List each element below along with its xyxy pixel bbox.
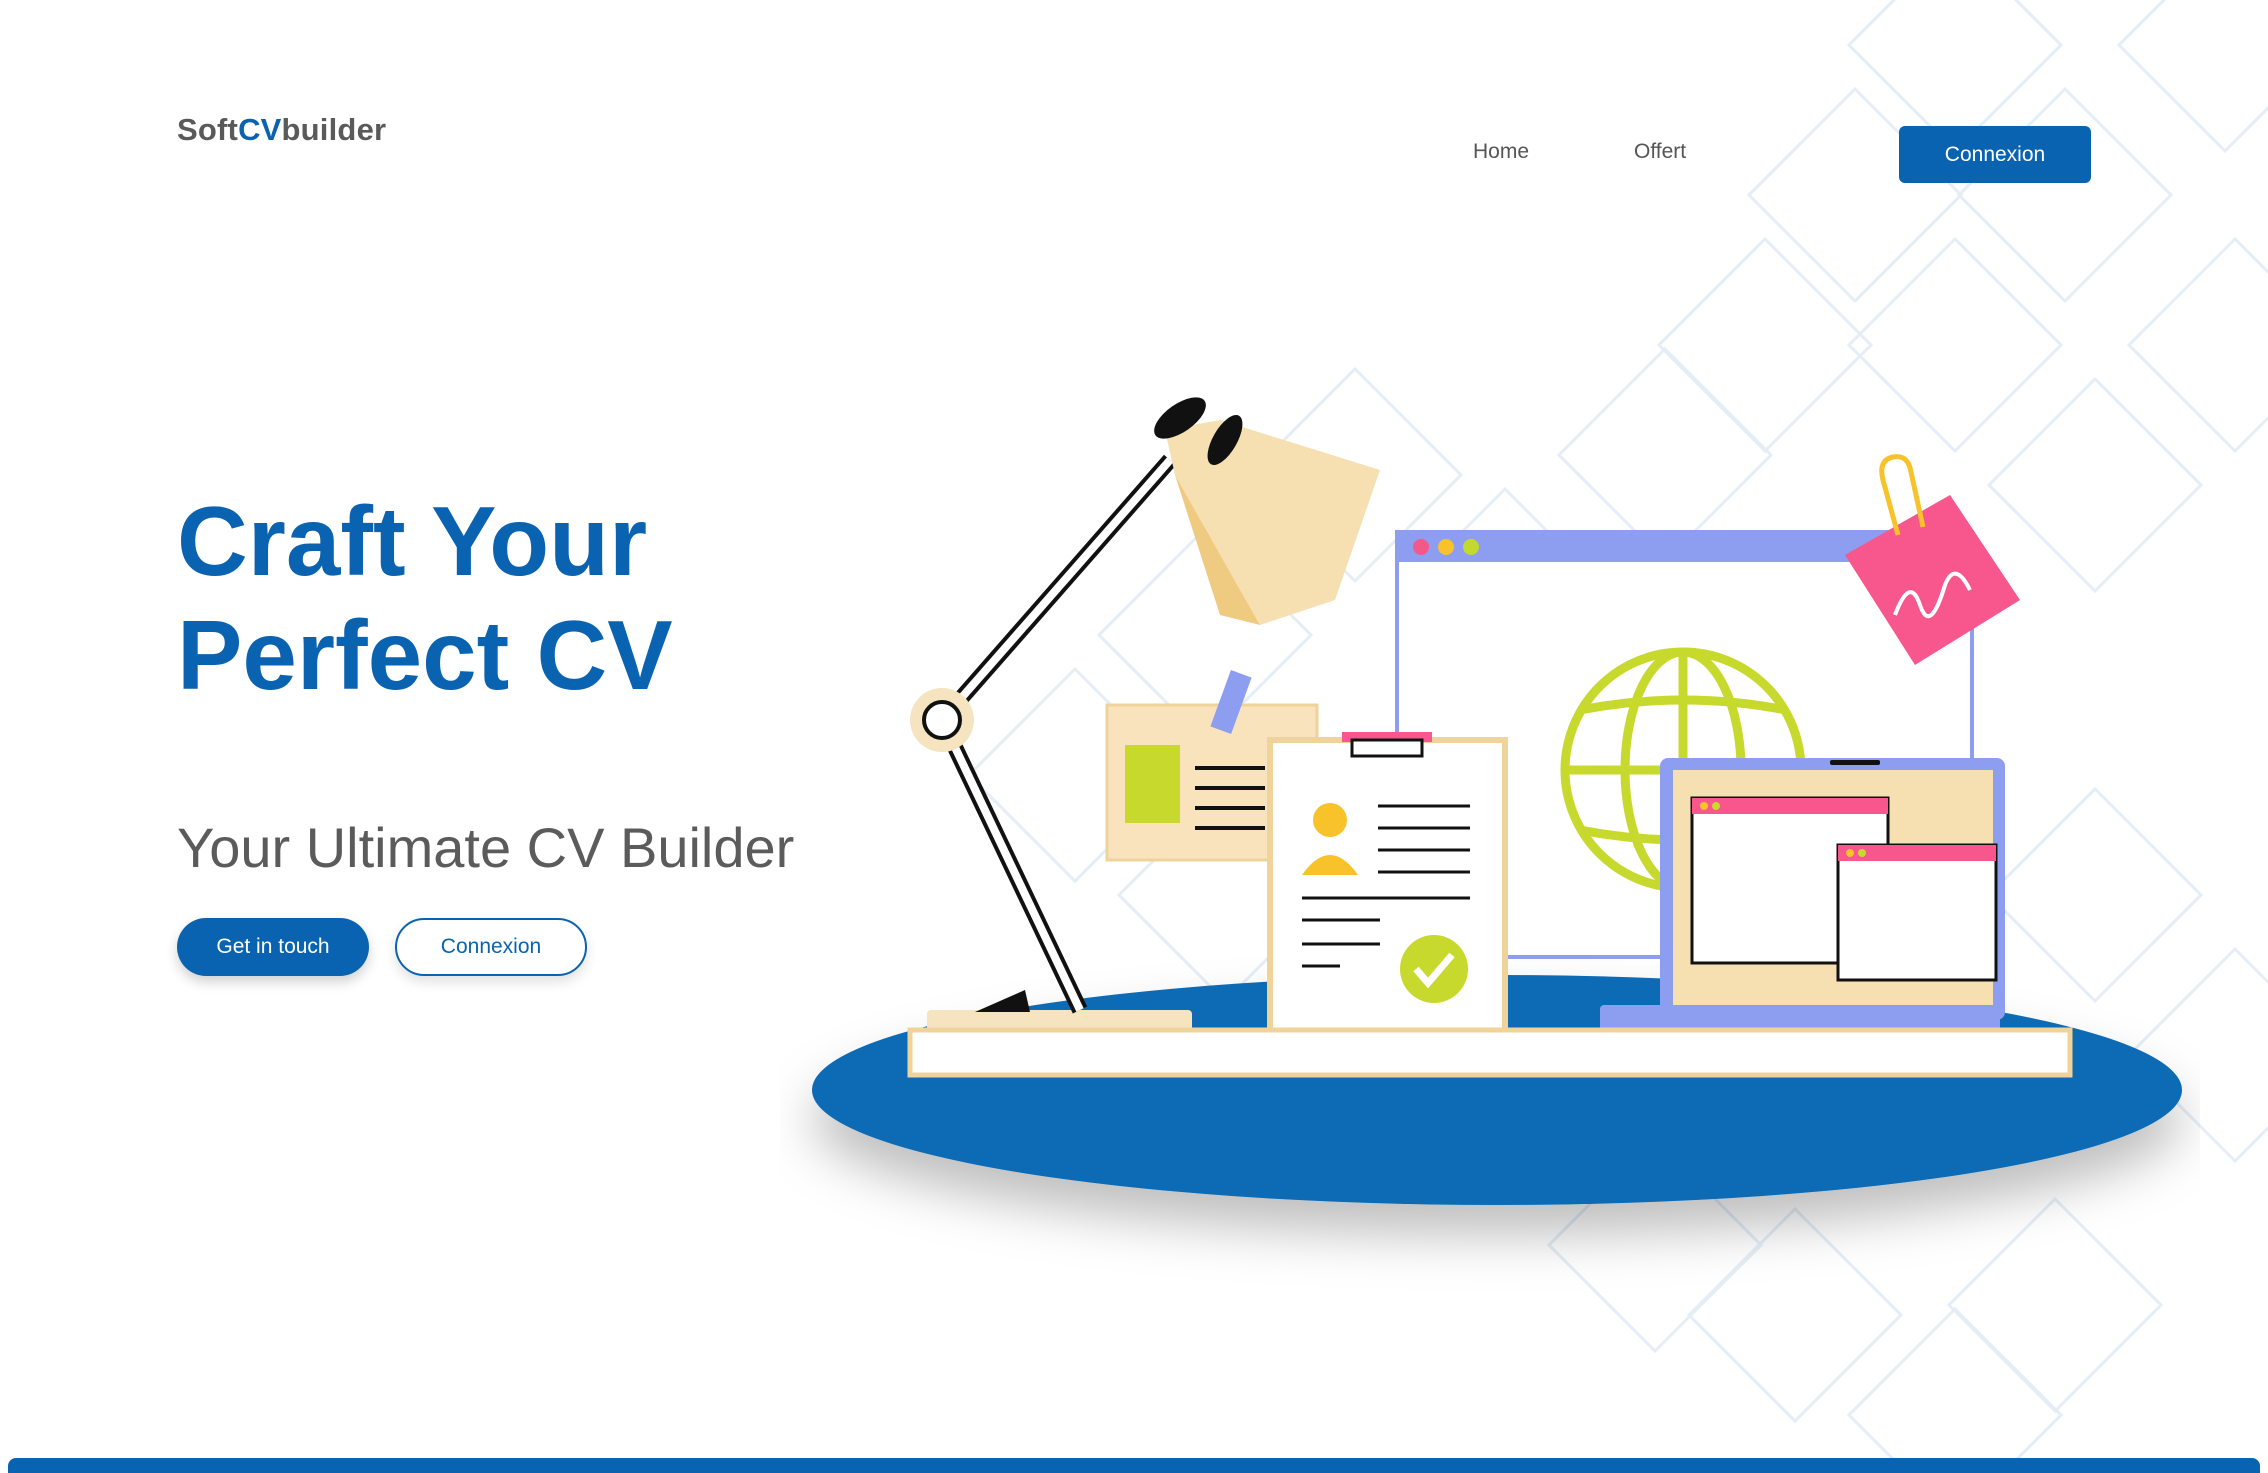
workspace-illustration [812, 397, 2182, 1205]
clipboard-cv-icon [1267, 732, 1508, 1038]
logo-text-cv: CV [238, 112, 282, 147]
footer-accent-bar [8, 1458, 2260, 1473]
hero-title-line-2: Perfect CV [177, 600, 673, 710]
header-connexion-button[interactable]: Connexion [1899, 126, 2091, 183]
nav-link-home[interactable]: Home [1473, 140, 1529, 164]
logo-text-soft: Soft [177, 112, 239, 147]
nav-link-offert[interactable]: Offert [1634, 140, 1686, 164]
hero-connexion-button[interactable]: Connexion [395, 918, 587, 976]
logo-text-builder: builder [281, 112, 387, 147]
hero-title: Craft Your Perfect CV [177, 484, 673, 712]
hero-title-line-1: Craft Your [177, 486, 648, 596]
landing-page: SoftCVbuilder Home Offert Connexion Craf… [0, 0, 2268, 1473]
hero-subtitle: Your Ultimate CV Builder [177, 816, 795, 879]
laptop-icon [1600, 758, 2005, 1033]
get-in-touch-button[interactable]: Get in touch [177, 918, 369, 976]
checkmark-icon [1400, 935, 1468, 1003]
desk-surface [907, 1027, 2073, 1078]
brand-logo[interactable]: SoftCVbuilder [177, 112, 386, 148]
